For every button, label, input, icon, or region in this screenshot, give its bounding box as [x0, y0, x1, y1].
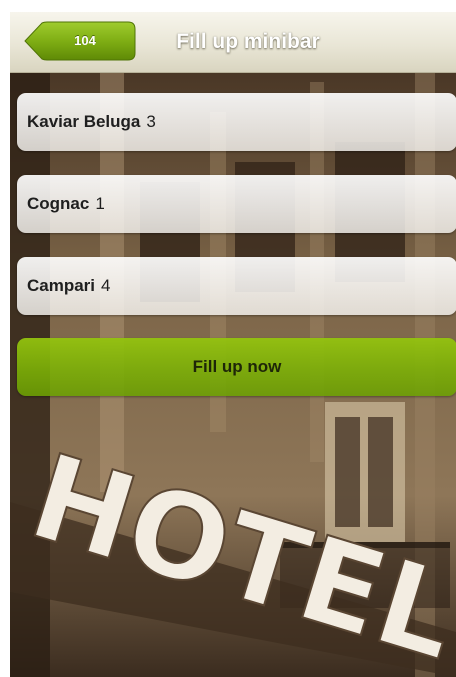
header-bar: 104 Fill up minibar [10, 12, 456, 73]
item-name: Campari [27, 276, 96, 295]
page-title: Fill up minibar [176, 30, 320, 53]
item-quantity: 3 [146, 112, 156, 131]
fill-up-now-button[interactable]: Fill up now [17, 338, 456, 396]
list-item[interactable]: Campari 4 [17, 257, 456, 315]
item-name: Kaviar Beluga [27, 112, 141, 131]
list-item-text: Cognac 1 [27, 175, 105, 233]
list-item-text: Campari 4 [27, 257, 111, 315]
item-quantity: 1 [95, 194, 105, 213]
list-item[interactable]: Kaviar Beluga 3 [17, 93, 456, 151]
list-item-text: Kaviar Beluga 3 [27, 93, 156, 151]
list-item[interactable]: Cognac 1 [17, 175, 456, 233]
item-quantity: 4 [101, 276, 111, 295]
app-screen: HOTEL 104 Fill up minibar Kaviar Beluga … [10, 12, 456, 677]
fill-up-now-label: Fill up now [192, 357, 282, 376]
item-name: Cognac [27, 194, 90, 213]
